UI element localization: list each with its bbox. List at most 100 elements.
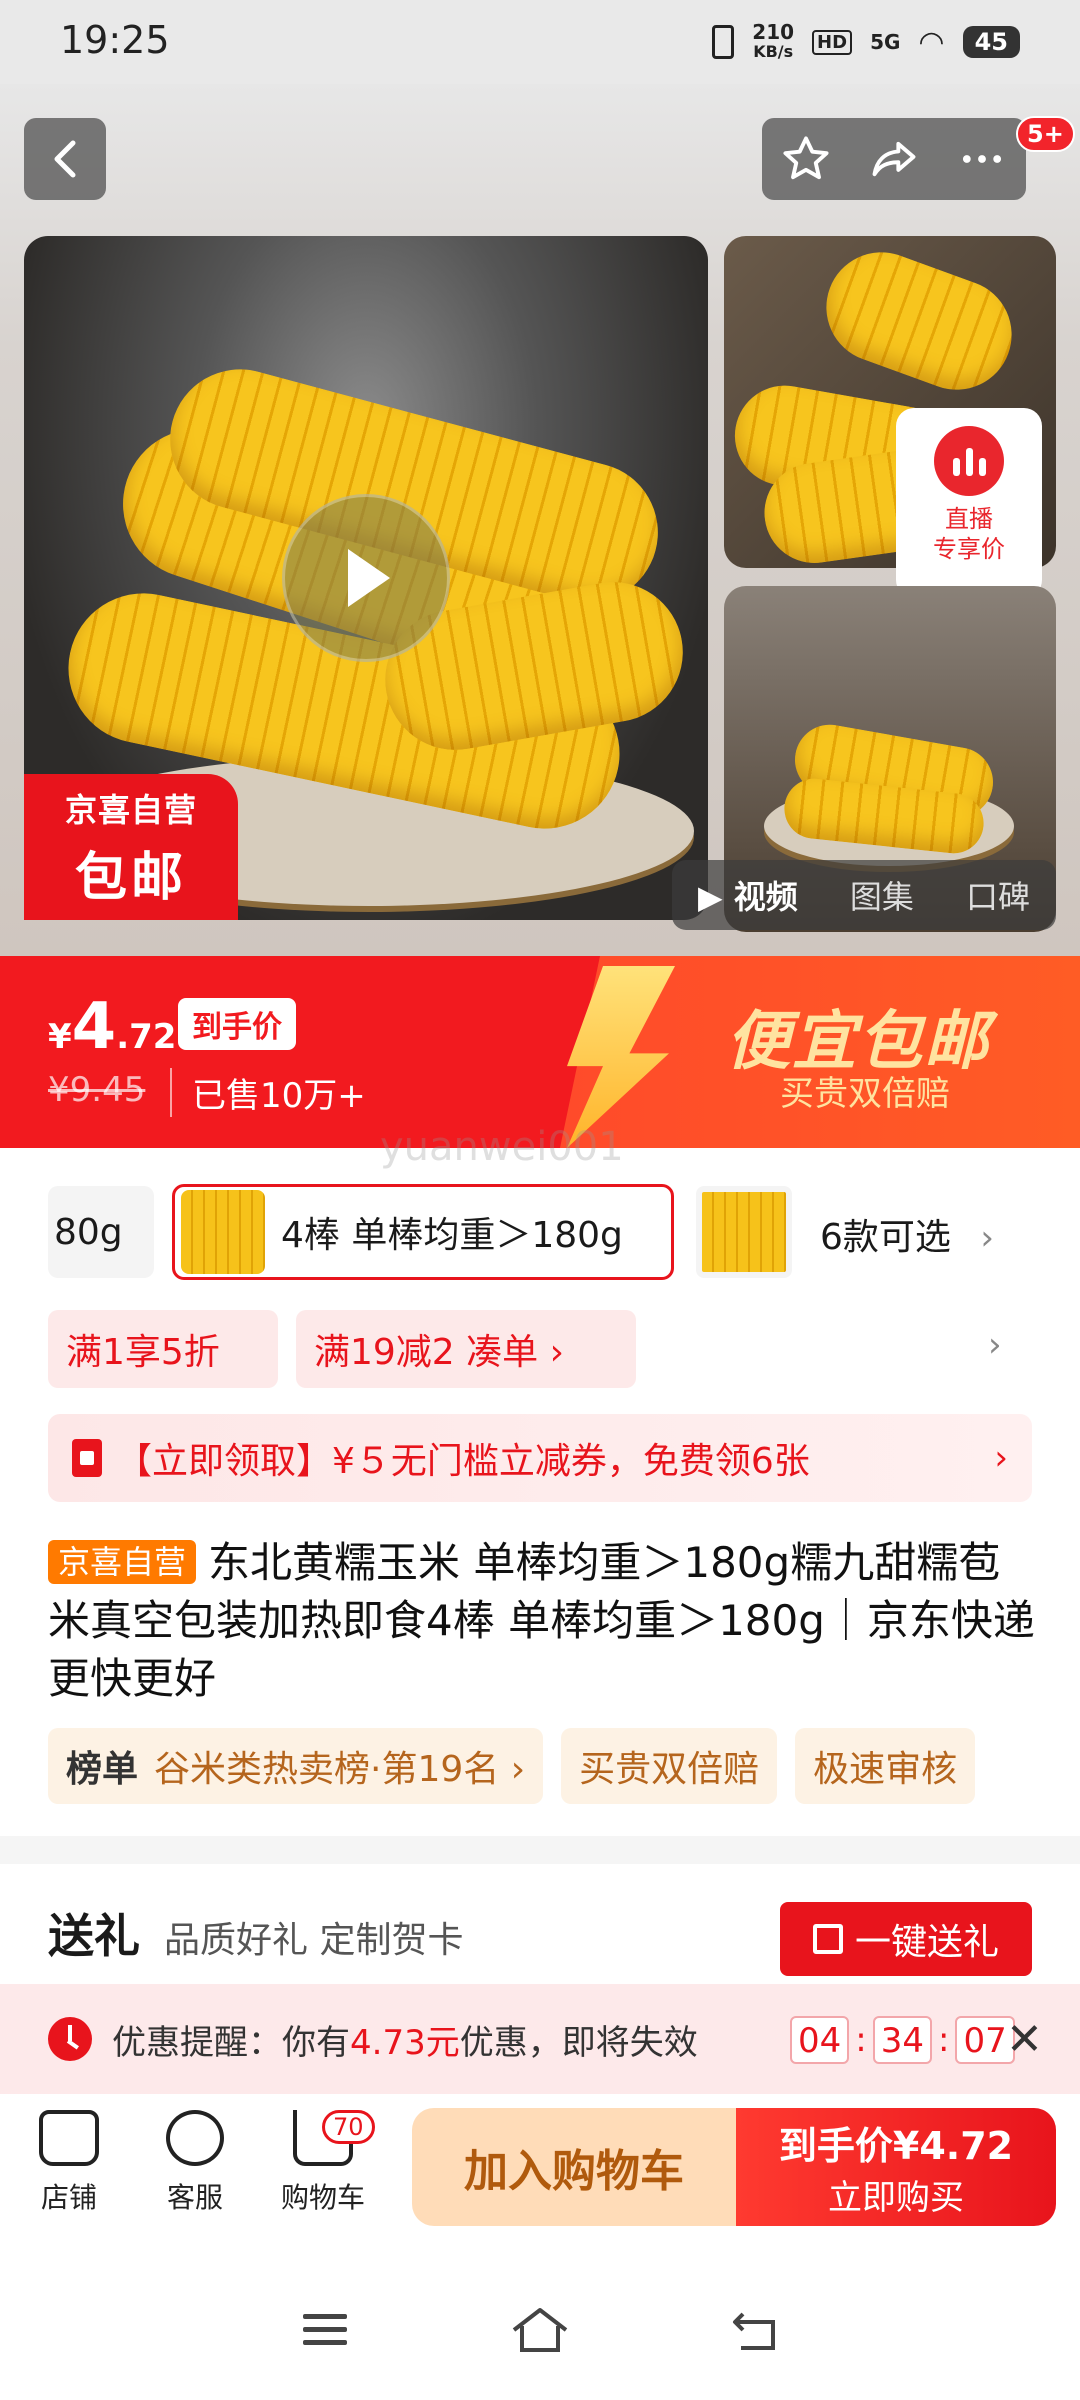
rank-row: 榜单 谷米类热卖榜·第19名 › 买贵双倍赔 极速审核 <box>48 1728 976 1804</box>
live-label: 直播 专享价 <box>933 504 1005 564</box>
star-favorite-icon[interactable] <box>780 133 832 185</box>
customer-service-icon <box>166 2110 224 2166</box>
top-action-group <box>762 118 1026 200</box>
badge-line2: 包邮 <box>74 847 187 908</box>
share-icon[interactable] <box>867 133 921 185</box>
shop-icon <box>39 2110 99 2166</box>
battery-icon: 45 <box>962 26 1020 58</box>
corn-graphic <box>810 236 1028 406</box>
customer-service-button[interactable]: 客服 <box>140 2110 250 2216</box>
rank-pill[interactable]: 榜单 谷米类热卖榜·第19名 › <box>48 1728 544 1804</box>
cart-label: 购物车 <box>280 2181 365 2214</box>
price-decimal: .72 <box>116 1017 177 1057</box>
variant-thumbnail <box>181 1190 265 1274</box>
gift-icon <box>812 1924 843 1954</box>
status-icons: 210 KB/s HD 5G ◠ 45 <box>712 20 1020 64</box>
live-stream-icon <box>934 426 1004 496</box>
live-label-line1: 直播 <box>945 505 993 533</box>
product-title: 东北黄糯玉米 单棒均重＞180g糯九甜糯苞米真空包装加热即食4棒 单棒均重＞18… <box>48 1538 1035 1703</box>
tab-gallery[interactable]: 图集 <box>850 872 914 918</box>
jingxi-free-shipping-badge: 京喜自营 包邮 <box>24 774 238 920</box>
guarantee-tag[interactable]: 买贵双倍赔 <box>561 1728 778 1804</box>
chevron-right-icon: › <box>980 1218 994 1258</box>
clock-icon <box>48 2017 92 2061</box>
tab-reviews[interactable]: 口碑 <box>966 872 1030 918</box>
watermark: yuanwei001 <box>380 1124 624 1170</box>
buy-now-price: 到手价¥4.72 <box>778 2124 1014 2168</box>
tab-video[interactable]: ▶ 视频 <box>698 872 798 918</box>
buy-now-label: 立即购买 <box>828 2178 964 2218</box>
coupon-text: 【立即领取】¥５无门槛立减券，免费领6张 <box>116 1441 810 1482</box>
back-nav-icon[interactable] <box>729 2308 781 2352</box>
coupon-bar[interactable]: 【立即领取】¥５无门槛立减券，免费领6张 › <box>48 1414 1032 1502</box>
product-title-block: 京喜自营 东北黄糯玉米 单棒均重＞180g糯九甜糯苞米真空包装加热即食4棒 单棒均… <box>48 1534 1038 1708</box>
signal-5g-icon: 5G <box>870 30 901 54</box>
variant-option-prev[interactable]: 80g <box>48 1186 154 1278</box>
variant-option-selected[interactable]: 4棒 单棒均重＞180g <box>172 1184 674 1280</box>
media-tabs: ▶ 视频 图集 口碑 <box>672 860 1056 930</box>
send-gift-button[interactable]: 一键送礼 <box>780 1902 1032 1976</box>
live-price-card[interactable]: 直播 专享价 <box>896 408 1042 598</box>
wifi-icon: ◠ <box>918 24 945 60</box>
final-price: ¥ 4 .72 <box>48 990 176 1064</box>
timer-separator: : <box>938 2020 950 2060</box>
shop-label: 店铺 <box>40 2181 97 2214</box>
close-reminder-icon[interactable]: ✕ <box>1006 2014 1043 2065</box>
final-price-tag: 到手价 <box>178 998 296 1050</box>
badge-line1: 京喜自营 <box>64 790 197 829</box>
live-label-line2: 专享价 <box>933 535 1005 563</box>
gift-subtitle: 品质好礼 定制贺卡 <box>164 1920 464 1961</box>
notification-badge: 5+ <box>1016 116 1075 152</box>
more-icon[interactable] <box>956 133 1008 185</box>
timer-separator: : <box>855 2020 867 2060</box>
home-icon[interactable] <box>510 2306 570 2354</box>
variant-option-next[interactable] <box>696 1186 792 1278</box>
timer-hours: 04 <box>790 2016 850 2064</box>
system-nav-bar <box>0 2260 1080 2400</box>
gift-row: 送礼 品质好礼 定制贺卡 <box>48 1900 463 1966</box>
play-video-button[interactable] <box>282 494 450 662</box>
back-button[interactable] <box>24 118 106 200</box>
rank-label: 榜单 <box>66 1749 139 1790</box>
original-price: ¥9.45 <box>48 1070 146 1110</box>
add-to-cart-button[interactable]: 加入购物车 <box>412 2108 736 2226</box>
play-icon <box>348 549 390 607</box>
customer-service-label: 客服 <box>166 2181 223 2214</box>
promo-tag-add-on[interactable]: 满19减2 凑单 › <box>296 1310 636 1388</box>
fast-review-tag[interactable]: 极速审核 <box>795 1728 976 1804</box>
price-currency: ¥ <box>48 1017 72 1057</box>
coupon-icon <box>72 1439 102 1477</box>
net-speed: 210 KB/s <box>752 22 794 62</box>
timer-minutes: 34 <box>872 2016 932 2064</box>
gift-title: 送礼 <box>48 1909 140 1963</box>
status-time: 19:25 <box>60 18 170 62</box>
back-arrow-icon <box>54 140 76 178</box>
chevron-right-icon: › <box>994 1438 1008 1478</box>
send-gift-label: 一键送礼 <box>854 1922 999 1963</box>
variant-selected-label: 4棒 单棒均重＞180g <box>281 1215 623 1256</box>
variants-more-label: 6款可选 <box>820 1217 951 1258</box>
price-integer: 4 <box>71 990 117 1064</box>
tab-video-label: 视频 <box>733 878 798 916</box>
section-divider <box>0 1836 1080 1864</box>
cart-count-badge: 70 <box>322 2110 375 2144</box>
chevron-right-icon[interactable]: › <box>988 1325 1002 1365</box>
variants-more[interactable]: 6款可选 › <box>820 1208 994 1260</box>
variant-prev-label: 80g <box>54 1211 123 1253</box>
menu-icon[interactable] <box>299 2310 351 2350</box>
rank-value: 谷米类热卖榜·第19名 › <box>154 1749 526 1790</box>
hd-icon: HD <box>812 29 853 55</box>
promo-subtitle: 买贵双倍赔 <box>780 1074 950 1114</box>
promo-tag-discount[interactable]: 满1享5折 <box>48 1310 278 1388</box>
reminder-suffix: 优惠，即将失效 <box>459 2022 698 2063</box>
reminder-amount: 4.73元 <box>350 2022 460 2063</box>
sold-count: 已售10万+ <box>170 1068 366 1117</box>
net-speed-value: 210 <box>752 20 795 44</box>
net-speed-unit: KB/s <box>753 42 794 61</box>
reminder-prefix: 优惠提醒：你有 <box>112 2022 350 2063</box>
vibrate-icon <box>712 25 735 59</box>
shop-button[interactable]: 店铺 <box>14 2110 124 2216</box>
jingxi-tag: 京喜自营 <box>48 1540 197 1584</box>
countdown-timer: 04 : 34 : 07 <box>790 2016 1015 2064</box>
buy-now-button[interactable]: 到手价¥4.72 立即购买 <box>736 2108 1056 2226</box>
